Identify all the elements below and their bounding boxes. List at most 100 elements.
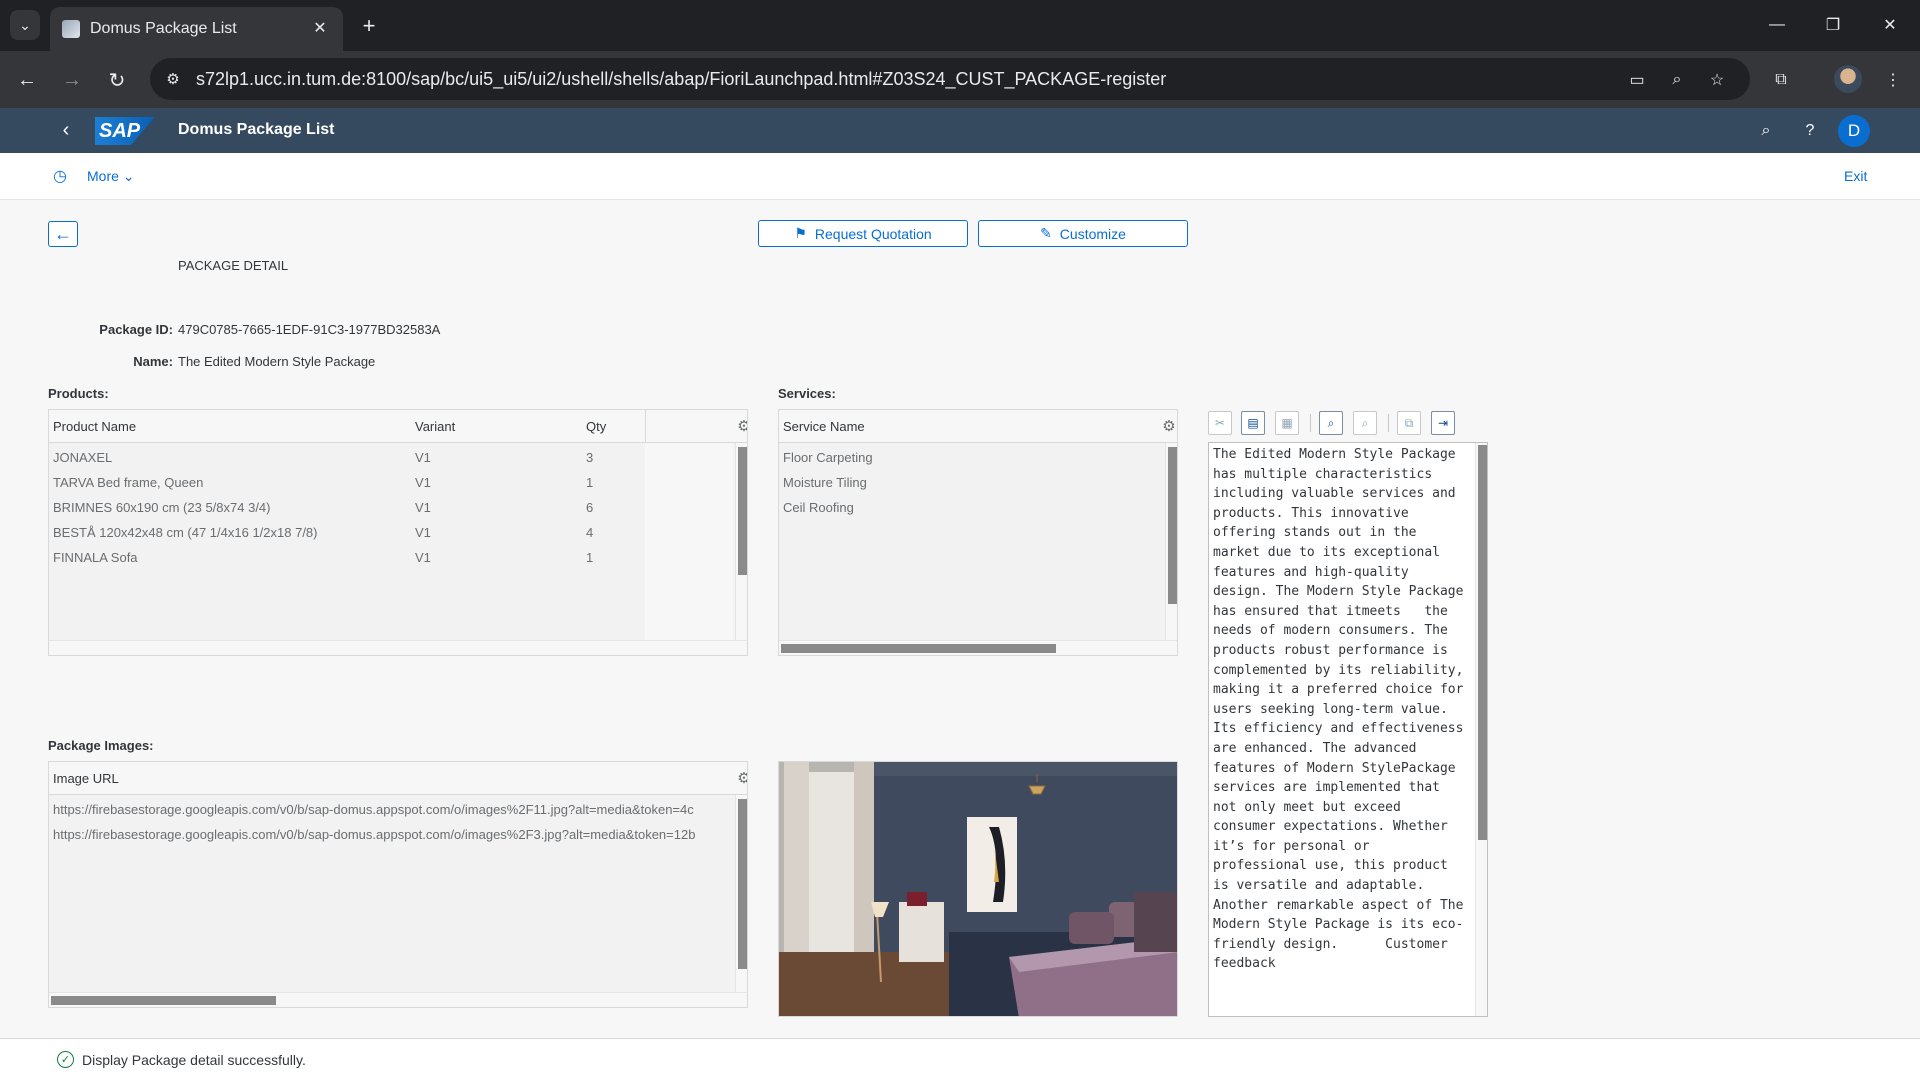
sap-logo[interactable]: SAP (95, 117, 155, 145)
cell-qty: 6 (586, 500, 594, 515)
paint-brush-icon: ✎ (1040, 225, 1052, 241)
list-item[interactable]: Moisture Tiling (783, 475, 867, 490)
list-item[interactable]: Ceil Roofing (783, 500, 854, 515)
cell-qty: 3 (586, 450, 594, 465)
bookmark-star-icon[interactable]: ☆ (1705, 68, 1729, 92)
copy-icon[interactable]: ▤ (1241, 411, 1265, 435)
description-text: The Edited Modern Style Package has mult… (1213, 447, 1472, 972)
url-text: s72lp1.ucc.in.tum.de:8100/sap/bc/ui5_ui5… (196, 69, 1167, 89)
table-settings-icon[interactable]: ⚙ (1160, 417, 1177, 435)
images-horizontal-scrollbar[interactable] (49, 992, 747, 1007)
site-info-icon[interactable]: ⚙ (162, 68, 184, 90)
shell-header: ‹ SAP Domus Package List ⌕ ? D (0, 108, 1920, 153)
tab-search-icon[interactable]: ⌄ (10, 10, 40, 40)
scrollbar-thumb[interactable] (51, 996, 276, 1005)
search-icon[interactable]: ⌕ (1754, 119, 1778, 143)
find-icon[interactable]: ⌕ (1319, 411, 1343, 435)
scrollbar-thumb[interactable] (1478, 445, 1487, 840)
close-window-icon[interactable]: ✕ (1870, 12, 1910, 38)
products-horizontal-scrollbar[interactable] (49, 640, 747, 655)
products-label: Products: (48, 386, 109, 401)
tab-title: Domus Package List (90, 20, 237, 37)
editor-toolbar: ✂ ▤ ▦ ⌕ ⌕ ⧉ ⇥ (1208, 411, 1488, 439)
camera-off-icon[interactable]: ▭ (1625, 68, 1649, 92)
indent-icon[interactable]: ⧉ (1397, 411, 1421, 435)
nav-back-button[interactable]: ← (48, 221, 78, 247)
cell-qty: 1 (586, 475, 594, 490)
cell-qty: 1 (586, 550, 594, 565)
services-vertical-scrollbar[interactable] (1165, 443, 1177, 640)
page-title: PACKAGE DETAIL (178, 258, 289, 273)
cut-icon[interactable]: ✂ (1208, 411, 1232, 435)
column-header-image-url[interactable]: Image URL (53, 771, 119, 786)
reload-icon[interactable]: ↻ (102, 65, 132, 95)
zoom-icon[interactable]: ⌕ (1665, 68, 1689, 92)
url-field[interactable]: ⚙ s72lp1.ucc.in.tum.de:8100/sap/bc/ui5_u… (150, 58, 1750, 100)
more-label: More (87, 168, 119, 184)
browser-address-bar: ← → ↻ ⚙ s72lp1.ucc.in.tum.de:8100/sap/bc… (0, 51, 1920, 108)
scrollbar-thumb[interactable] (781, 644, 1056, 653)
back-arrow-icon[interactable]: ← (12, 65, 42, 95)
column-header-product-name[interactable]: Product Name (53, 419, 136, 434)
image-url-row[interactable]: https://firebasestorage.googleapis.com/v… (53, 827, 695, 842)
toolbar-divider (1310, 414, 1311, 432)
app-title: Domus Package List (178, 121, 335, 138)
flag-icon: ⚑ (794, 225, 807, 241)
user-avatar[interactable]: D (1838, 115, 1870, 147)
package-image-preview (778, 761, 1178, 1017)
restore-icon[interactable]: ❐ (1813, 12, 1853, 38)
browser-tab[interactable]: Domus Package List ✕ (50, 7, 343, 51)
services-table: Service Name ⚙ Floor Carpeting Moisture … (778, 409, 1178, 656)
package-id-value: 479C0785-7665-1EDF-91C3-1977BD32583A (178, 322, 441, 337)
column-header-variant[interactable]: Variant (415, 419, 455, 434)
column-header-service-name[interactable]: Service Name (783, 419, 865, 434)
more-menu[interactable]: More ⌄ (87, 168, 135, 185)
status-message: Display Package detail successfully. (82, 1052, 306, 1068)
cell-product-name: JONAXEL (53, 450, 113, 465)
help-icon[interactable]: ? (1798, 119, 1822, 143)
column-header-qty[interactable]: Qty (586, 419, 606, 434)
images-vertical-scrollbar[interactable] (735, 795, 747, 992)
paste-icon[interactable]: ▦ (1275, 411, 1299, 435)
cell-product-name: FINNALA Sofa (53, 550, 138, 565)
find-replace-icon[interactable]: ⌕ (1353, 411, 1377, 435)
forward-arrow-icon[interactable]: → (57, 65, 87, 95)
products-table-header: Product Name Variant Qty ⚙ (49, 410, 747, 443)
scrollbar-thumb[interactable] (1168, 447, 1177, 604)
new-tab-icon[interactable]: + (355, 12, 383, 40)
products-table: Product Name Variant Qty ⚙ JONAXEL V1 3 … (48, 409, 748, 656)
services-horizontal-scrollbar[interactable] (779, 640, 1177, 655)
description-editor[interactable]: The Edited Modern Style Package has mult… (1208, 442, 1488, 1017)
tab-favicon-icon (62, 20, 80, 38)
shell-back-icon[interactable]: ‹ (54, 118, 78, 142)
minimize-icon[interactable]: — (1757, 12, 1797, 38)
table-settings-icon[interactable]: ⚙ (735, 417, 747, 435)
outdent-icon[interactable]: ⇥ (1431, 411, 1455, 435)
products-vertical-scrollbar[interactable] (735, 443, 747, 640)
images-table: Image URL ⚙ https://firebasestorage.goog… (48, 761, 748, 1008)
extensions-icon[interactable]: ⧉ (1768, 67, 1794, 93)
bedroom-image (779, 762, 1177, 1016)
request-quotation-button[interactable]: ⚑ Request Quotation (758, 220, 968, 247)
cell-variant: V1 (415, 450, 431, 465)
table-settings-icon[interactable]: ⚙ (735, 769, 747, 787)
scrollbar-thumb[interactable] (738, 799, 747, 969)
customize-button[interactable]: ✎ Customize (978, 220, 1188, 247)
exit-link[interactable]: Exit (1844, 168, 1867, 184)
request-quotation-label: Request Quotation (814, 225, 932, 242)
image-url-row[interactable]: https://firebasestorage.googleapis.com/v… (53, 802, 694, 817)
profile-avatar[interactable] (1834, 65, 1862, 93)
list-item[interactable]: Floor Carpeting (783, 450, 873, 465)
close-tab-icon[interactable]: ✕ (309, 17, 331, 39)
cell-variant: V1 (415, 525, 431, 540)
history-icon[interactable]: ◷ (50, 166, 70, 186)
cell-product-name: TARVA Bed frame, Queen (53, 475, 204, 490)
column-divider (645, 410, 646, 443)
browser-menu-icon[interactable]: ⋮ (1880, 67, 1906, 93)
services-table-header: Service Name ⚙ (779, 410, 1177, 443)
cell-variant: V1 (415, 550, 431, 565)
editor-vertical-scrollbar[interactable] (1475, 443, 1487, 1016)
browser-tab-bar: ⌄ Domus Package List ✕ + — ❐ ✕ (0, 0, 1920, 51)
scrollbar-thumb[interactable] (738, 447, 747, 575)
empty-column-area (645, 443, 733, 640)
